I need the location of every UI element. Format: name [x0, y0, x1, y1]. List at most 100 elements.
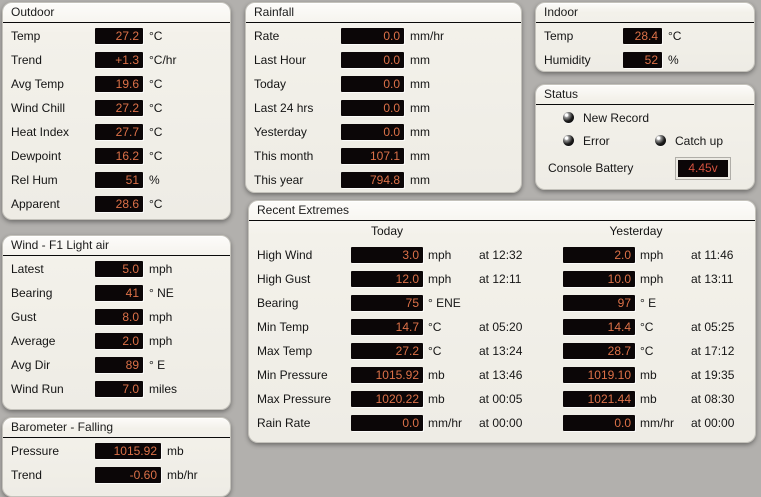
catch-up-indicator: Catch up: [655, 134, 723, 148]
value-unit: mm: [410, 173, 430, 187]
outdoor-dewpoint-row: Dewpoint 16.2 °C: [3, 144, 230, 168]
outdoor-apparent-row: Apparent 28.6 °C: [3, 192, 230, 216]
value-unit: mb/hr: [167, 468, 198, 482]
outdoor-panel: Outdoor Temp 27.2 °C Trend +1.3 °C/hr Avg Te…: [2, 2, 231, 220]
value-unit: °C: [149, 29, 163, 43]
value-unit: °C: [149, 125, 163, 139]
value-display: -0.60: [95, 467, 161, 483]
row-label: Temp: [544, 29, 574, 43]
extremes-minpressure-row: Min Pressure 1015.92 mb at 13:46 1019.10 mb at…: [249, 363, 755, 387]
value-unit: ° E: [640, 296, 657, 310]
row-label: Heat Index: [11, 125, 70, 139]
row-label: Trend: [11, 468, 42, 482]
outdoor-temp-row: Temp 27.2 °C: [3, 24, 230, 48]
row-label: Yesterday: [254, 125, 307, 139]
value-display: 51: [95, 172, 143, 188]
rainfall-today-row: Today 0.0 mm: [246, 72, 521, 96]
rainfall-rows: Rate 0.0 mm/hr Last Hour 0.0 mm Today 0.0 mm L…: [246, 23, 521, 192]
value-display: 28.7: [563, 343, 635, 359]
value-unit: %: [149, 173, 160, 187]
row-label: Gust: [11, 310, 37, 324]
row-label: Rel Hum: [11, 173, 58, 187]
error-indicator: Error: [563, 134, 655, 148]
rainfall-last24-row: Last 24 hrs 0.0 mm: [246, 96, 521, 120]
outdoor-windchill-row: Wind Chill 27.2 °C: [3, 96, 230, 120]
value-display: 107.1: [341, 148, 404, 164]
status-rows: New Record Error Catch up Console Batter…: [536, 105, 754, 182]
value-unit: %: [668, 53, 679, 67]
rainfall-lasthour-row: Last Hour 0.0 mm: [246, 48, 521, 72]
row-label: Wind Run: [11, 382, 64, 396]
rainfall-panel-title: Rainfall: [246, 3, 521, 23]
row-label: Bearing: [11, 286, 53, 300]
wind-average-row: Average 2.0 mph: [3, 329, 230, 353]
value-unit: mm: [410, 125, 430, 139]
value-time: at 13:24: [479, 344, 523, 358]
extremes-maxpressure-row: Max Pressure 1020.22 mb at 00:05 1021.44 mb at…: [249, 387, 755, 411]
value-display: 2.0: [563, 247, 635, 263]
console-battery-display: 4.45v: [676, 157, 730, 179]
wind-panel: Wind - F1 Light air Latest 5.0 mph Bearing…: [2, 235, 231, 410]
barometer-trend-row: Trend -0.60 mb/hr: [3, 463, 230, 487]
value-time: at 17:12: [691, 344, 735, 358]
outdoor-panel-title: Outdoor: [3, 3, 230, 23]
indoor-panel-title: Indoor: [536, 3, 754, 23]
value-unit: mm: [410, 77, 430, 91]
value-unit: mph: [428, 248, 452, 262]
barometer-pressure-row: Pressure 1015.92 mb: [3, 439, 230, 463]
value-unit: °C: [428, 320, 442, 334]
value-display: 0.0: [341, 76, 404, 92]
value-display: 75: [351, 295, 423, 311]
value-display: 27.7: [95, 124, 143, 140]
value-unit: miles: [149, 382, 178, 396]
status-newrecord-row: New Record: [536, 106, 754, 129]
row-label: Humidity: [544, 53, 591, 67]
status-panel: Status New Record Error Catch up Console…: [535, 84, 755, 190]
status-panel-title: Status: [536, 85, 754, 105]
value-display: 89: [95, 357, 143, 373]
indoor-panel: Indoor Temp 28.4 °C Humidity 52%: [535, 2, 755, 72]
row-label: Last 24 hrs: [254, 101, 314, 115]
value-time: at 12:32: [479, 248, 523, 262]
extremes-maxtemp-row: Max Temp 27.2 °C at 13:24 28.7 °C at 17:12: [249, 339, 755, 363]
value-unit: mph: [640, 248, 664, 262]
row-label: Pressure: [11, 444, 60, 458]
barometer-panel-title: Barometer - Falling: [3, 418, 230, 438]
value-time: at 19:35: [691, 368, 735, 382]
value-time: at 00:00: [479, 416, 523, 430]
led-label: Catch up: [675, 133, 724, 148]
led-label: New Record: [583, 110, 650, 125]
led-label: Error: [583, 133, 610, 148]
value-time: at 00:00: [691, 416, 735, 430]
value-display: 1020.22: [351, 391, 423, 407]
value-unit: mb: [640, 392, 657, 406]
led-icon: [563, 135, 574, 146]
value-unit: ° NE: [149, 286, 174, 300]
row-label: Bearing: [257, 296, 299, 310]
value-unit: mph: [149, 334, 173, 348]
value-unit: mph: [149, 262, 173, 276]
row-label: Rain Rate: [257, 416, 311, 430]
value-unit: °C: [149, 197, 163, 211]
value-display: 28.4: [623, 28, 662, 44]
row-label: Dewpoint: [11, 149, 62, 163]
value-display: 97: [563, 295, 635, 311]
value-display: 0.0: [341, 100, 404, 116]
row-label: Today: [254, 77, 287, 91]
extremes-mintemp-row: Min Temp 14.7 °C at 05:20 14.4 °C at 05:25: [249, 315, 755, 339]
extremes-bearing-row: Bearing 75 ° ENE 97 ° E: [249, 291, 755, 315]
value-unit: mb: [640, 368, 657, 382]
value-unit: mm/hr: [640, 416, 674, 430]
value-display: 27.2: [95, 28, 143, 44]
value-display: 3.0: [351, 247, 423, 263]
rainfall-month-row: This month 107.1 mm: [246, 144, 521, 168]
wind-rows: Latest 5.0 mph Bearing 41 ° NE Gust 8.0 mph Av…: [3, 256, 230, 401]
row-label: High Gust: [257, 272, 311, 286]
value-unit: °C: [640, 344, 654, 358]
led-icon: [563, 112, 574, 123]
row-label: Min Pressure: [257, 368, 328, 382]
wind-windrun-row: Wind Run 7.0 miles: [3, 377, 230, 401]
row-label: Wind Chill: [11, 101, 66, 115]
barometer-panel: Barometer - Falling Pressure 1015.92 mb Tr…: [2, 417, 231, 497]
value-display: 0.0: [563, 415, 635, 431]
